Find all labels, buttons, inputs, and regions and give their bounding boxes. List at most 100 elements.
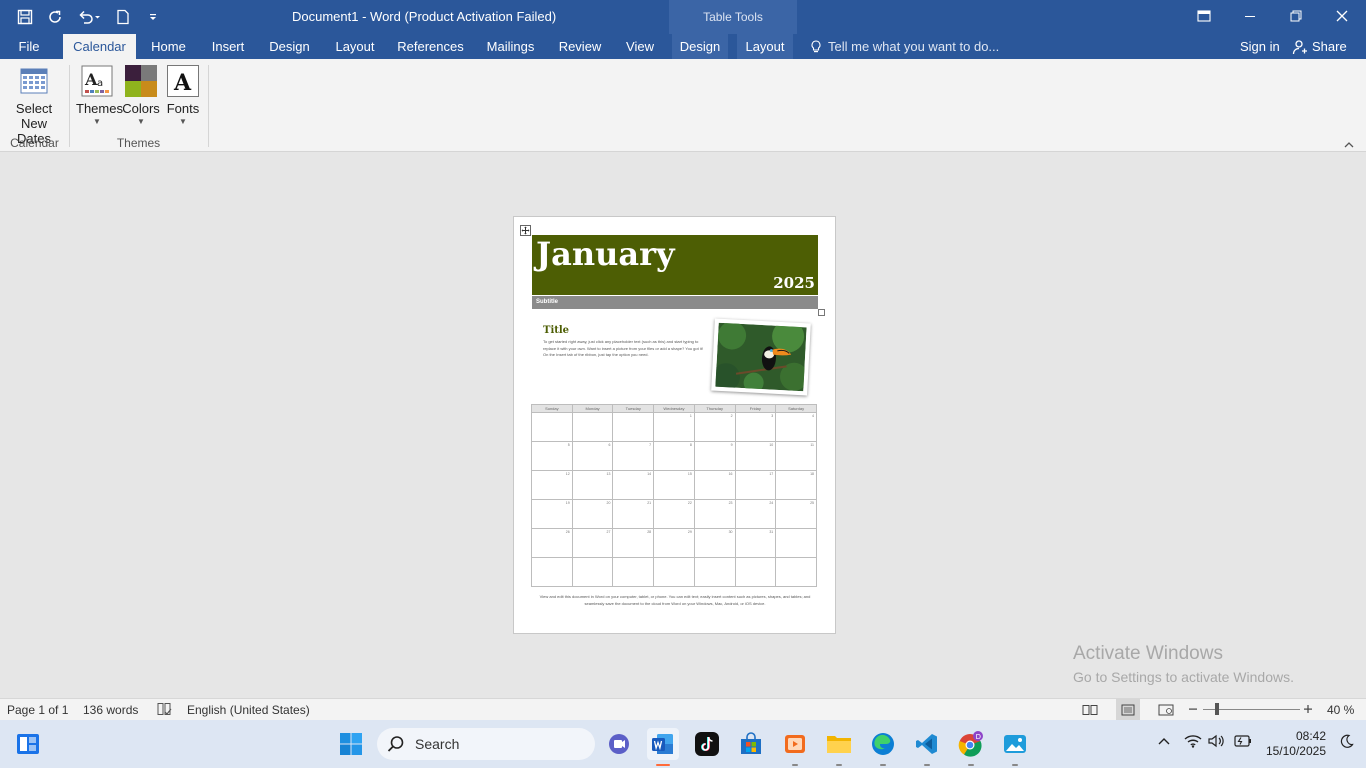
day-cell[interactable]: 19 [531, 499, 573, 529]
share-button[interactable]: Share [1292, 34, 1347, 59]
autosave-refresh-icon[interactable] [44, 6, 66, 28]
language-indicator[interactable]: English (United States) [187, 703, 310, 717]
day-cell[interactable] [734, 557, 777, 587]
day-cell[interactable]: 13 [571, 470, 614, 500]
weekday-header[interactable]: Wednesday [653, 404, 695, 413]
day-cell[interactable]: 17 [734, 470, 777, 500]
day-cell[interactable]: 29 [653, 528, 695, 558]
day-cell[interactable]: 27 [571, 528, 614, 558]
proofing-icon[interactable] [156, 702, 172, 719]
tab-view[interactable]: View [618, 34, 662, 59]
day-cell[interactable]: 16 [693, 470, 736, 500]
word-app-icon[interactable] [647, 728, 679, 766]
tab-design[interactable]: Design [262, 34, 317, 59]
day-cell[interactable] [612, 557, 655, 587]
new-document-icon[interactable] [112, 6, 134, 28]
day-cell[interactable]: 23 [693, 499, 736, 529]
weekday-header[interactable]: Friday [734, 404, 777, 413]
day-cell[interactable] [612, 412, 655, 442]
day-cell[interactable]: 21 [612, 499, 655, 529]
day-cell[interactable] [653, 557, 695, 587]
day-cell[interactable] [775, 528, 817, 558]
day-cell[interactable]: 6 [571, 441, 614, 471]
day-cell[interactable] [571, 557, 614, 587]
chrome-browser-icon[interactable]: D [955, 728, 987, 766]
save-icon[interactable] [14, 6, 36, 28]
page-count[interactable]: Page 1 of 1 [7, 703, 68, 717]
day-cell[interactable]: 3 [734, 412, 777, 442]
day-cell[interactable]: 18 [775, 470, 817, 500]
calendar-table[interactable]: Sunday Monday Tuesday Wednesday Thursday… [531, 404, 817, 587]
fonts-button[interactable]: A Fonts ▼ [162, 65, 204, 126]
widgets-icon[interactable] [12, 728, 44, 760]
restore-button[interactable] [1273, 0, 1319, 32]
sign-in-link[interactable]: Sign in [1240, 34, 1280, 59]
undo-icon[interactable] [74, 6, 104, 28]
day-cell[interactable]: 14 [612, 470, 655, 500]
day-cell[interactable] [775, 557, 817, 587]
tab-insert[interactable]: Insert [204, 34, 252, 59]
day-cell[interactable]: 25 [775, 499, 817, 529]
day-cell[interactable]: 24 [734, 499, 777, 529]
tab-calendar[interactable]: Calendar [63, 34, 136, 59]
tab-references[interactable]: References [392, 34, 469, 59]
weekday-header[interactable]: Saturday [775, 404, 817, 413]
day-cell[interactable] [693, 557, 736, 587]
select-new-dates-button[interactable]: Select New Dates [4, 67, 64, 146]
media-player-icon[interactable] [779, 728, 811, 766]
toucan-photo[interactable] [711, 318, 811, 396]
tab-review[interactable]: Review [552, 34, 608, 59]
notification-moon-icon[interactable] [1340, 734, 1354, 753]
day-cell[interactable]: 31 [734, 528, 777, 558]
taskbar-search-box[interactable]: Search [377, 728, 595, 760]
word-count[interactable]: 136 words [83, 703, 138, 717]
file-explorer-icon[interactable] [823, 728, 855, 766]
tab-table-layout[interactable]: Layout [737, 34, 793, 59]
weekday-header[interactable]: Thursday [693, 404, 736, 413]
day-cell[interactable]: 22 [653, 499, 695, 529]
table-resize-handle[interactable] [818, 309, 825, 316]
document-page[interactable]: January 2025 Subtitle Title To get start… [513, 216, 836, 634]
edge-browser-icon[interactable] [867, 728, 899, 766]
customize-toolbar-icon[interactable] [142, 6, 164, 28]
day-cell[interactable]: 4 [775, 412, 817, 442]
weekday-header[interactable]: Monday [571, 404, 614, 413]
minimize-button[interactable] [1227, 0, 1273, 32]
vscode-icon[interactable] [911, 728, 943, 766]
document-footer-text[interactable]: View and edit this document in Word on y… [532, 593, 818, 607]
tab-file[interactable]: File [0, 34, 58, 59]
ribbon-display-options-icon[interactable] [1181, 0, 1227, 32]
day-cell[interactable]: 9 [693, 441, 736, 471]
day-cell[interactable] [531, 412, 573, 442]
wifi-icon[interactable] [1184, 734, 1202, 753]
day-cell[interactable]: 26 [531, 528, 573, 558]
zoom-level[interactable]: 40 % [1327, 703, 1354, 717]
tab-home[interactable]: Home [141, 34, 196, 59]
day-cell[interactable]: 10 [734, 441, 777, 471]
day-cell[interactable]: 30 [693, 528, 736, 558]
weekday-header[interactable]: Sunday [531, 404, 573, 413]
tab-mailings[interactable]: Mailings [479, 34, 542, 59]
zoom-out-icon[interactable] [1188, 702, 1198, 719]
placeholder-body[interactable]: To get started right away, just click an… [543, 339, 705, 359]
battery-icon[interactable] [1232, 734, 1252, 753]
day-cell[interactable]: 2 [693, 412, 736, 442]
zoom-in-icon[interactable] [1303, 702, 1313, 719]
teams-chat-icon[interactable] [603, 728, 635, 760]
day-cell[interactable]: 12 [531, 470, 573, 500]
microsoft-store-icon[interactable] [735, 728, 767, 760]
colors-button[interactable]: Colors ▼ [120, 65, 162, 126]
tab-layout[interactable]: Layout [327, 34, 383, 59]
day-cell[interactable]: 1 [653, 412, 695, 442]
day-cell[interactable]: 11 [775, 441, 817, 471]
day-cell[interactable]: 7 [612, 441, 655, 471]
show-hidden-icons-chevron-icon[interactable] [1157, 734, 1171, 752]
volume-icon[interactable] [1208, 734, 1226, 753]
year-heading[interactable]: 2025 [773, 274, 815, 292]
table-move-handle-icon[interactable] [520, 223, 531, 241]
month-heading[interactable]: January [536, 235, 675, 273]
close-button[interactable] [1319, 0, 1365, 32]
day-cell[interactable]: 28 [612, 528, 655, 558]
start-menu-icon[interactable] [335, 728, 367, 760]
day-cell[interactable]: 8 [653, 441, 695, 471]
